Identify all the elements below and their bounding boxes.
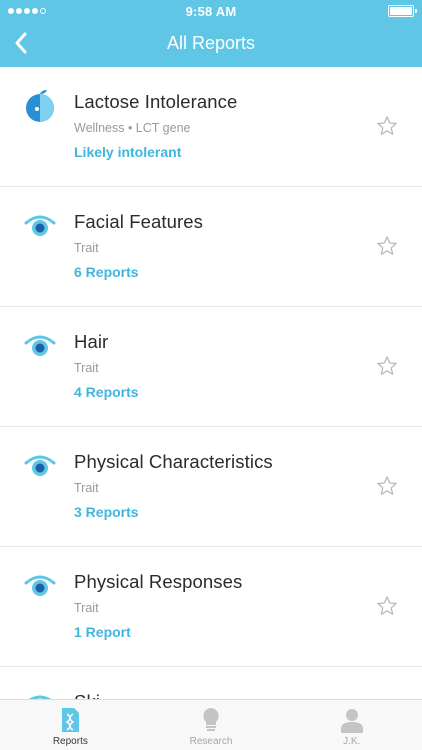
wellness-icon — [26, 90, 54, 122]
eye-icon — [24, 575, 56, 596]
report-title: Physical Responses — [74, 571, 243, 592]
report-count-link[interactable]: 6 Reports — [74, 264, 139, 280]
tab-research[interactable]: Research — [141, 700, 282, 750]
report-subtitle: Trait — [74, 361, 99, 375]
star-icon[interactable] — [376, 475, 398, 497]
star-icon[interactable] — [376, 235, 398, 257]
battery-icon — [388, 5, 417, 17]
report-count-link[interactable]: 1 Report — [74, 624, 131, 640]
tab-profile[interactable]: J.K. — [281, 700, 422, 750]
dna-icon — [56, 706, 84, 734]
report-subtitle: Trait — [74, 241, 99, 255]
star-icon[interactable] — [376, 595, 398, 617]
report-row-partial[interactable]: Ski — [0, 667, 422, 699]
status-bar: 9:58 AM — [0, 0, 422, 22]
lightbulb-icon — [197, 706, 225, 734]
status-time: 9:58 AM — [185, 4, 237, 19]
report-title: Ski — [74, 691, 100, 699]
page-title: All Reports — [166, 33, 256, 53]
report-subtitle: Trait — [74, 481, 99, 495]
tab-label: J.K. — [343, 736, 361, 747]
tab-label: Research — [189, 736, 233, 747]
report-result-link[interactable]: Likely intolerant — [74, 144, 181, 160]
report-row-physical-characteristics[interactable]: Physical Characteristics Trait 3 Reports — [0, 427, 422, 547]
report-title: Physical Characteristics — [74, 451, 273, 472]
tab-label: Reports — [52, 736, 88, 747]
report-title: Hair — [74, 331, 109, 352]
report-count-link[interactable]: 3 Reports — [74, 504, 139, 520]
report-subtitle: Wellness • LCT gene — [74, 121, 191, 135]
eye-icon — [24, 335, 56, 356]
report-title: Lactose Intolerance — [74, 91, 238, 112]
tab-bar: Reports Research J.K. — [0, 699, 422, 750]
report-title: Facial Features — [74, 211, 203, 232]
tab-reports[interactable]: Reports — [0, 700, 141, 750]
report-list[interactable]: Lactose Intolerance Wellness • LCT gene … — [0, 67, 422, 699]
eye-icon — [24, 215, 56, 236]
report-count-link[interactable]: 4 Reports — [74, 384, 139, 400]
report-subtitle: Trait — [74, 601, 99, 615]
report-row-hair[interactable]: Hair Trait 4 Reports — [0, 307, 422, 427]
eye-icon — [24, 455, 56, 476]
eye-icon — [28, 695, 52, 699]
app-header: 9:58 AM All Reports — [0, 0, 422, 67]
star-icon[interactable] — [376, 115, 398, 137]
report-row-facial-features[interactable]: Facial Features Trait 6 Reports — [0, 187, 422, 307]
star-icon[interactable] — [376, 355, 398, 377]
person-icon — [338, 706, 366, 734]
report-row-lactose-intolerance[interactable]: Lactose Intolerance Wellness • LCT gene … — [0, 67, 422, 187]
report-row-physical-responses[interactable]: Physical Responses Trait 1 Report — [0, 547, 422, 667]
